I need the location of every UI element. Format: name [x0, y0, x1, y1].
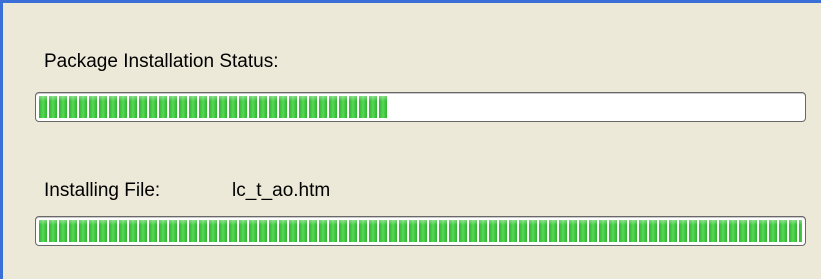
package-progress-fill: [39, 96, 387, 118]
file-progress-bar: [35, 216, 806, 246]
package-status-label: Package Installation Status:: [44, 51, 279, 72]
package-progress-bar: [35, 92, 806, 122]
installing-file-name: lc_t_ao.htm: [232, 180, 331, 201]
installing-file-label: Installing File:: [44, 180, 161, 201]
file-progress-fill: [39, 220, 802, 242]
installer-panel: Package Installation Status: Installing …: [0, 0, 821, 279]
